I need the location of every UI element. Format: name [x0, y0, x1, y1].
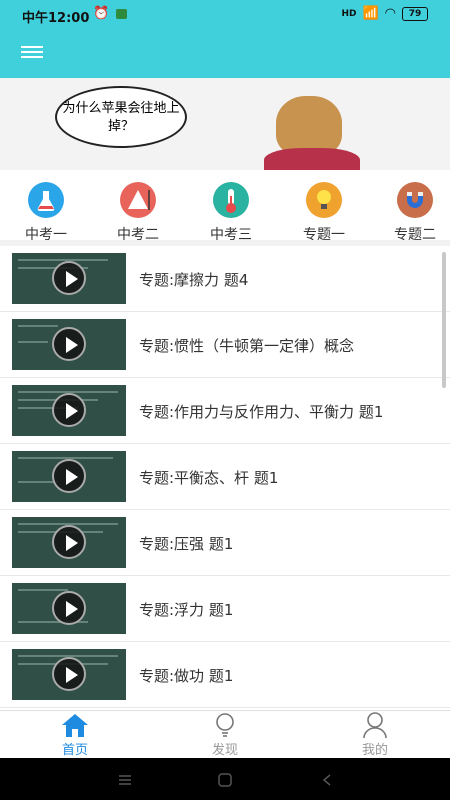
banner[interactable]: 为什么苹果会往地上掉？: [0, 78, 450, 170]
video-thumbnail[interactable]: [12, 385, 126, 436]
banner-girl-illustration: [276, 96, 342, 156]
triangle-icon: [120, 182, 156, 218]
tab-mine[interactable]: 我的: [325, 711, 425, 759]
flask-icon: [28, 182, 64, 218]
recents-icon[interactable]: [117, 772, 133, 786]
tab-label: 发现: [211, 743, 238, 758]
list-item[interactable]: 专题:作用力与反作用力、平衡力 题1: [0, 378, 450, 444]
bottom-tab-bar: 首页 发现 我的: [0, 710, 450, 759]
battery-icon: 79: [402, 6, 428, 21]
network-type: HD: [341, 8, 357, 19]
signal-icon: 📶: [362, 6, 379, 21]
scrollbar[interactable]: [442, 252, 446, 388]
banner-girl-body: [264, 148, 360, 170]
video-list[interactable]: 专题:摩擦力 题4 专题:惯性（牛顿第一定律）概念 专题:作用力与反作用力、平衡…: [0, 246, 450, 710]
wifi-icon: ◠: [384, 6, 396, 21]
play-icon: [52, 525, 86, 559]
list-item[interactable]: 专题:惯性（牛顿第一定律）概念: [0, 312, 450, 378]
lightbulb-icon: [306, 182, 342, 218]
home-nav-icon[interactable]: [217, 772, 233, 787]
list-item[interactable]: 专题:平衡态、杆 题1: [0, 444, 450, 510]
video-title: 专题:做功 题1: [139, 667, 234, 685]
video-thumbnail[interactable]: [12, 451, 126, 502]
video-thumbnail[interactable]: [12, 319, 126, 370]
video-title: 专题:摩擦力 题4: [139, 271, 249, 289]
home-icon: [25, 711, 125, 739]
back-icon[interactable]: [320, 772, 336, 786]
banner-speech-bubble: 为什么苹果会往地上掉？: [55, 86, 187, 148]
alarm-icon: ⏰: [93, 6, 110, 21]
app-notification-icon: [116, 9, 127, 19]
play-icon: [52, 591, 86, 625]
person-icon: [325, 711, 425, 739]
play-icon: [52, 327, 86, 361]
magnet-icon: [397, 182, 433, 218]
category-item[interactable]: 中考一: [11, 182, 81, 244]
tab-label: 我的: [361, 743, 388, 758]
lightbulb-icon: [175, 711, 275, 739]
app-toolbar: [0, 28, 450, 78]
video-title: 专题:压强 题1: [139, 535, 234, 553]
video-thumbnail[interactable]: [12, 649, 126, 700]
category-item[interactable]: 中考三: [196, 182, 266, 244]
category-row: 中考一 中考二 中考三 专题一 专题二: [0, 170, 450, 243]
menu-icon[interactable]: [21, 43, 43, 63]
list-item[interactable]: 专题:压强 题1: [0, 510, 450, 576]
play-icon: [52, 657, 86, 691]
tab-label: 首页: [61, 743, 88, 758]
video-title: 专题:作用力与反作用力、平衡力 题1: [139, 403, 384, 421]
tab-discover[interactable]: 发现: [175, 711, 275, 759]
play-icon: [52, 261, 86, 295]
video-thumbnail[interactable]: [12, 583, 126, 634]
thermometer-icon: [213, 182, 249, 218]
video-thumbnail[interactable]: [12, 253, 126, 304]
list-item[interactable]: 专题:做功 题1: [0, 642, 450, 708]
category-item[interactable]: 中考二: [103, 182, 173, 244]
video-title: 专题:平衡态、杆 题1: [139, 469, 279, 487]
category-item[interactable]: 专题二: [380, 182, 450, 244]
video-thumbnail[interactable]: [12, 517, 126, 568]
video-title: 专题:浮力 题1: [139, 601, 234, 619]
status-bar: 中午12:00 ⏰ HD 📶 ◠ 79: [0, 0, 450, 28]
play-icon: [52, 393, 86, 427]
list-item[interactable]: 专题:浮力 题1: [0, 576, 450, 642]
video-title: 专题:惯性（牛顿第一定律）概念: [139, 337, 355, 355]
clock: 中午12:00: [22, 11, 90, 26]
play-icon: [52, 459, 86, 493]
system-nav-bar: [0, 758, 450, 800]
category-item[interactable]: 专题一: [289, 182, 359, 244]
tab-home[interactable]: 首页: [25, 711, 125, 759]
list-item[interactable]: 专题:摩擦力 题4: [0, 246, 450, 312]
